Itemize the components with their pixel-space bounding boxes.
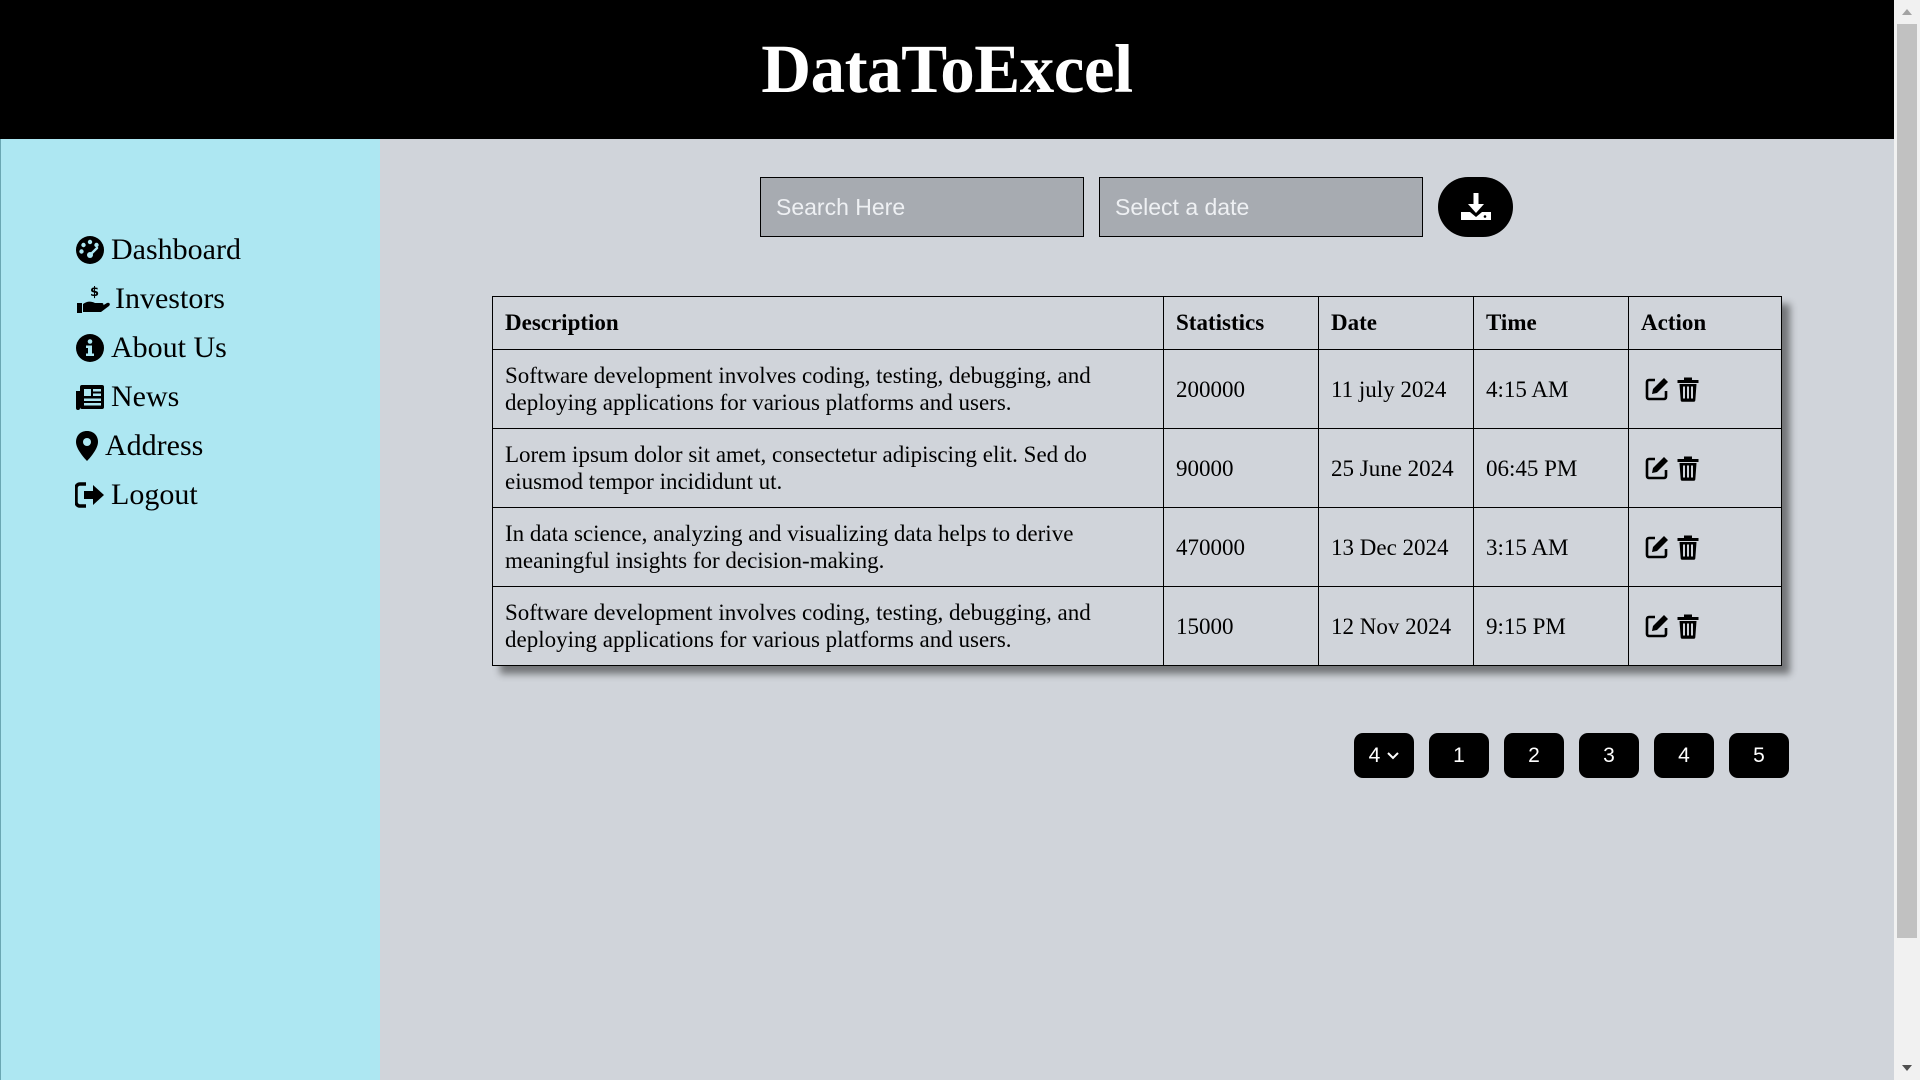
date-picker-input[interactable] <box>1099 177 1423 237</box>
column-header-description: Description <box>492 296 1164 350</box>
cell-statistics: 470000 <box>1163 507 1319 587</box>
pagination: 4 1 2 3 4 5 <box>1354 733 1789 778</box>
edit-icon[interactable] <box>1645 614 1669 638</box>
map-pin-icon <box>75 429 103 463</box>
sidebar-item-label: About Us <box>111 330 227 364</box>
cell-statistics: 200000 <box>1163 349 1319 429</box>
trash-icon[interactable] <box>1677 614 1699 639</box>
data-table: Description Statistics Date Time Action … <box>492 296 1782 666</box>
rows-per-page-select[interactable]: 4 <box>1354 733 1414 778</box>
main-content: Description Statistics Date Time Action … <box>380 139 1894 1080</box>
cell-time: 4:15 AM <box>1473 349 1629 429</box>
page-button-3[interactable]: 3 <box>1579 733 1639 778</box>
sidebar-item-address[interactable]: Address <box>75 421 241 470</box>
sidebar: Dashboard $ Investors About Us News Addr… <box>0 139 380 1080</box>
sidebar-item-label: Address <box>105 428 204 462</box>
sidebar-item-label: Logout <box>111 477 198 511</box>
edit-icon[interactable] <box>1645 377 1669 401</box>
cell-description: Lorem ipsum dolor sit amet, consectetur … <box>492 428 1164 508</box>
column-header-statistics: Statistics <box>1163 296 1319 350</box>
download-icon <box>1459 192 1493 222</box>
column-header-action: Action <box>1628 296 1782 350</box>
sidebar-item-about-us[interactable]: About Us <box>75 323 241 372</box>
cell-action <box>1628 586 1782 666</box>
sidebar-nav: Dashboard $ Investors About Us News Addr… <box>75 225 241 519</box>
chevron-down-icon <box>1387 751 1400 760</box>
table-row: Lorem ipsum dolor sit amet, consectetur … <box>492 428 1782 508</box>
sidebar-item-dashboard[interactable]: Dashboard <box>75 225 241 274</box>
edit-icon[interactable] <box>1645 535 1669 559</box>
sidebar-item-label: Dashboard <box>111 232 241 266</box>
column-header-date: Date <box>1318 296 1474 350</box>
cell-description: In data science, analyzing and visualizi… <box>492 507 1164 587</box>
trash-icon[interactable] <box>1677 456 1699 481</box>
newspaper-icon <box>75 380 109 414</box>
cell-description: Software development involves coding, te… <box>492 586 1164 666</box>
toolbar <box>760 177 1513 237</box>
sidebar-item-label: News <box>111 379 180 413</box>
data-table-container: Description Statistics Date Time Action … <box>492 296 1782 666</box>
page-button-5[interactable]: 5 <box>1729 733 1789 778</box>
scrollbar-thumb[interactable] <box>1897 24 1917 938</box>
download-button[interactable] <box>1438 177 1513 237</box>
cell-time: 3:15 AM <box>1473 507 1629 587</box>
cell-description: Software development involves coding, te… <box>492 349 1164 429</box>
sidebar-item-logout[interactable]: Logout <box>75 470 241 519</box>
cell-statistics: 90000 <box>1163 428 1319 508</box>
vertical-scrollbar[interactable] <box>1894 0 1920 1080</box>
svg-text:$: $ <box>90 285 99 300</box>
cell-date: 11 july 2024 <box>1318 349 1474 429</box>
page-button-1[interactable]: 1 <box>1429 733 1489 778</box>
cell-time: 06:45 PM <box>1473 428 1629 508</box>
trash-icon[interactable] <box>1677 535 1699 560</box>
cell-date: 13 Dec 2024 <box>1318 507 1474 587</box>
logout-icon <box>75 478 109 512</box>
page-button-2[interactable]: 2 <box>1504 733 1564 778</box>
app-title: DataToExcel <box>761 31 1133 107</box>
table-row: Software development involves coding, te… <box>492 349 1782 429</box>
info-icon <box>75 331 109 365</box>
cell-action <box>1628 349 1782 429</box>
cell-date: 25 June 2024 <box>1318 428 1474 508</box>
rows-per-page-value: 4 <box>1368 743 1381 767</box>
table-row: Software development involves coding, te… <box>492 586 1782 666</box>
hand-dollar-icon: $ <box>75 282 113 316</box>
trash-icon[interactable] <box>1677 377 1699 402</box>
sidebar-item-investors[interactable]: $ Investors <box>75 274 241 323</box>
table-row: In data science, analyzing and visualizi… <box>492 507 1782 587</box>
cell-action <box>1628 428 1782 508</box>
cell-date: 12 Nov 2024 <box>1318 586 1474 666</box>
page-button-4[interactable]: 4 <box>1654 733 1714 778</box>
app-header: DataToExcel <box>0 0 1894 139</box>
cell-action <box>1628 507 1782 587</box>
dashboard-icon <box>75 233 109 267</box>
scroll-up-arrow-icon[interactable] <box>1894 0 1920 24</box>
cell-statistics: 15000 <box>1163 586 1319 666</box>
cell-time: 9:15 PM <box>1473 586 1629 666</box>
edit-icon[interactable] <box>1645 456 1669 480</box>
sidebar-item-news[interactable]: News <box>75 372 241 421</box>
scroll-down-arrow-icon[interactable] <box>1894 1056 1920 1080</box>
table-header-row: Description Statistics Date Time Action <box>492 296 1782 350</box>
sidebar-item-label: Investors <box>115 281 225 315</box>
search-input[interactable] <box>760 177 1084 237</box>
column-header-time: Time <box>1473 296 1629 350</box>
